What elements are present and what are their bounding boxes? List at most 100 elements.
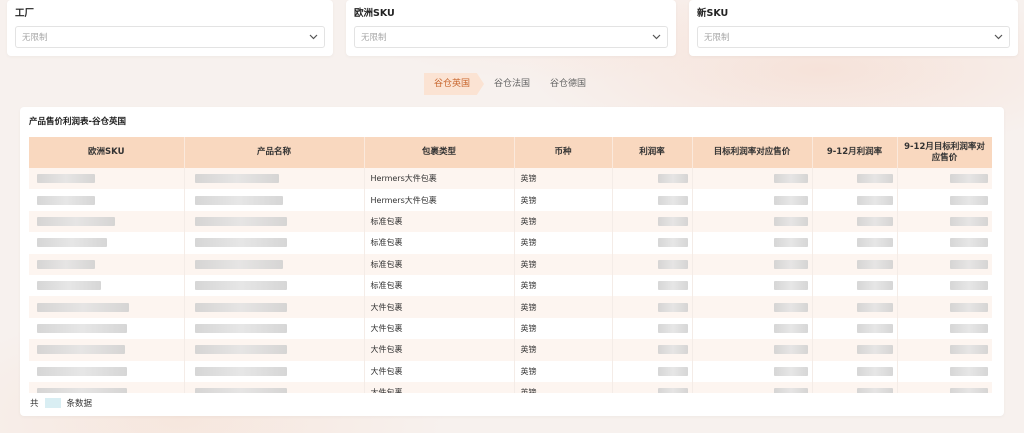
cell-product-name bbox=[184, 275, 364, 296]
cell-package-type: 大件包裹 bbox=[364, 361, 514, 382]
currency-text: 英镑 bbox=[521, 174, 537, 183]
currency-text: 英镑 bbox=[521, 217, 537, 226]
cell-eu-sku bbox=[29, 339, 184, 360]
chevron-down-icon bbox=[308, 32, 318, 42]
eu-sku-select[interactable]: 无限制 bbox=[354, 26, 668, 48]
cell-package-type: 标准包裹 bbox=[364, 211, 514, 232]
redacted-value bbox=[774, 196, 808, 205]
filter-eu-sku-label: 欧洲SKU bbox=[354, 7, 668, 21]
cell-currency: 英镑 bbox=[514, 168, 612, 189]
profit-table: 欧洲SKU 产品名称 包裹类型 币种 利润率 目标利润率对应售价 9-12月利润… bbox=[29, 137, 992, 393]
tab-germany[interactable]: 谷仓德国 bbox=[540, 73, 596, 95]
cell-sep-dec-target-price bbox=[897, 211, 992, 232]
redacted-value bbox=[37, 217, 115, 226]
cell-package-type: 标准包裹 bbox=[364, 275, 514, 296]
redacted-value bbox=[857, 217, 893, 226]
cell-product-name bbox=[184, 254, 364, 275]
redacted-value bbox=[658, 324, 688, 333]
tab-france[interactable]: 谷仓法国 bbox=[484, 73, 540, 95]
redacted-value bbox=[774, 217, 808, 226]
col-header-product-name: 产品名称 bbox=[184, 137, 364, 168]
cell-target-price bbox=[692, 254, 812, 275]
cell-margin bbox=[612, 318, 692, 339]
redacted-value bbox=[37, 303, 129, 312]
cell-product-name bbox=[184, 296, 364, 317]
redacted-value bbox=[37, 260, 95, 269]
package-type-text: 标准包裹 bbox=[371, 238, 403, 247]
cell-package-type: 大件包裹 bbox=[364, 318, 514, 339]
table-row: 标准包裹英镑 bbox=[29, 275, 992, 296]
cell-sep-dec-target-price bbox=[897, 382, 992, 393]
redacted-value bbox=[950, 281, 988, 290]
cell-sep-dec-margin bbox=[812, 211, 897, 232]
col-header-margin: 利润率 bbox=[612, 137, 692, 168]
redacted-value bbox=[195, 260, 283, 269]
filter-new-sku: 新SKU 无限制 bbox=[689, 0, 1018, 56]
cell-sep-dec-margin bbox=[812, 339, 897, 360]
col-header-sep-dec-target-price: 9-12月目标利润率对应售价 bbox=[897, 137, 992, 168]
cell-product-name bbox=[184, 361, 364, 382]
redacted-value bbox=[37, 174, 95, 183]
currency-text: 英镑 bbox=[521, 324, 537, 333]
cell-eu-sku bbox=[29, 232, 184, 253]
redacted-value bbox=[37, 238, 107, 247]
redacted-value bbox=[37, 388, 127, 393]
redacted-value bbox=[37, 367, 127, 376]
redacted-value bbox=[950, 217, 988, 226]
cell-product-name bbox=[184, 382, 364, 393]
footer-suffix: 条数据 bbox=[67, 397, 93, 409]
redacted-value bbox=[37, 324, 127, 333]
redacted-value bbox=[950, 260, 988, 269]
cell-margin bbox=[612, 275, 692, 296]
table-scroll-area[interactable]: 欧洲SKU 产品名称 包裹类型 币种 利润率 目标利润率对应售价 9-12月利润… bbox=[29, 137, 992, 393]
tab-uk[interactable]: 谷仓英国 bbox=[424, 73, 484, 95]
eu-sku-select-value: 无限制 bbox=[361, 31, 387, 43]
col-header-package-type: 包裹类型 bbox=[364, 137, 514, 168]
factory-select[interactable]: 无限制 bbox=[15, 26, 325, 48]
package-type-text: 标准包裹 bbox=[371, 281, 403, 290]
table-row: Hermers大件包裹英镑 bbox=[29, 189, 992, 210]
package-type-text: 标准包裹 bbox=[371, 260, 403, 269]
redacted-value bbox=[658, 367, 688, 376]
redacted-value bbox=[950, 345, 988, 354]
table-row: Hermers大件包裹英镑 bbox=[29, 168, 992, 189]
cell-sep-dec-target-price bbox=[897, 275, 992, 296]
cell-package-type: 大件包裹 bbox=[364, 296, 514, 317]
cell-sep-dec-target-price bbox=[897, 254, 992, 275]
cell-margin bbox=[612, 382, 692, 393]
redacted-value bbox=[857, 174, 893, 183]
redacted-value bbox=[195, 303, 287, 312]
cell-sep-dec-margin bbox=[812, 189, 897, 210]
redacted-value bbox=[195, 345, 287, 354]
new-sku-select[interactable]: 无限制 bbox=[697, 26, 1010, 48]
cell-eu-sku bbox=[29, 254, 184, 275]
cell-sep-dec-margin bbox=[812, 232, 897, 253]
cell-currency: 英镑 bbox=[514, 189, 612, 210]
redacted-value bbox=[195, 217, 287, 226]
cell-package-type: Hermers大件包裹 bbox=[364, 189, 514, 210]
cell-target-price bbox=[692, 361, 812, 382]
currency-text: 英镑 bbox=[521, 345, 537, 354]
table-row: 标准包裹英镑 bbox=[29, 232, 992, 253]
table-row: 大件包裹英镑 bbox=[29, 318, 992, 339]
redacted-value bbox=[950, 174, 988, 183]
redacted-value bbox=[774, 324, 808, 333]
cell-target-price bbox=[692, 168, 812, 189]
filter-factory: 工厂 无限制 bbox=[7, 0, 333, 56]
redacted-value bbox=[658, 345, 688, 354]
col-header-currency: 币种 bbox=[514, 137, 612, 168]
redacted-value bbox=[195, 388, 287, 393]
redacted-value bbox=[774, 367, 808, 376]
redacted-value bbox=[658, 217, 688, 226]
table-row: 标准包裹 英镑 bbox=[29, 254, 992, 275]
package-type-text: 大件包裹 bbox=[371, 367, 403, 376]
redacted-value bbox=[658, 174, 688, 183]
currency-text: 英镑 bbox=[521, 260, 537, 269]
cell-margin bbox=[612, 211, 692, 232]
factory-select-value: 无限制 bbox=[22, 31, 48, 43]
redacted-value bbox=[195, 196, 283, 205]
col-header-target-price: 目标利润率对应售价 bbox=[692, 137, 812, 168]
package-type-text: 大件包裹 bbox=[371, 303, 403, 312]
redacted-value bbox=[857, 260, 893, 269]
footer-prefix: 共 bbox=[30, 397, 39, 409]
